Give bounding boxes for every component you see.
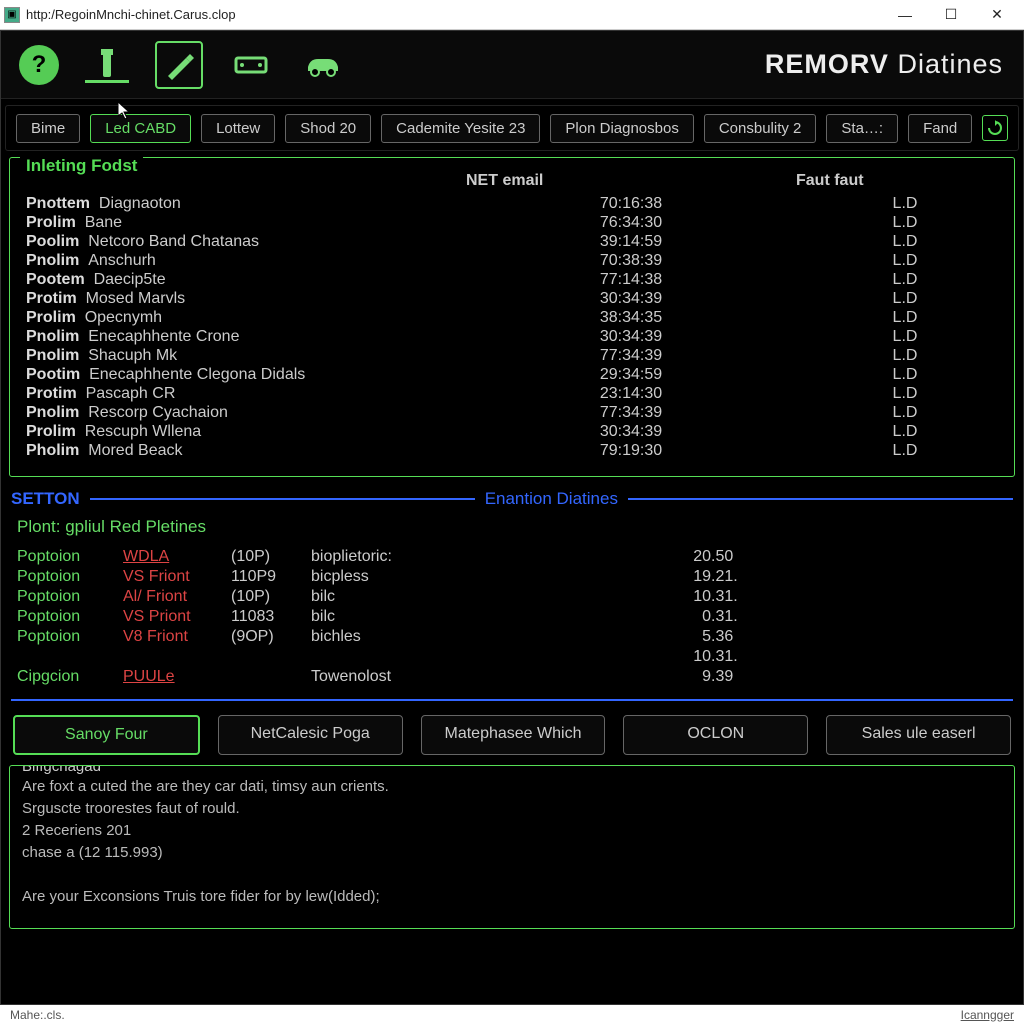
list-item[interactable]: Pnottem Diagnaoton70:16:38L.D bbox=[26, 194, 1014, 213]
detail-row: CipgcionPUULeTowenolost9.39 bbox=[17, 667, 1007, 687]
window-titlebar: ▣ http:/RegoinMnchi-chinet.Carus.clop — … bbox=[0, 0, 1024, 30]
list-item[interactable]: Pnolim Anschurh70:38:39L.D bbox=[26, 251, 1014, 270]
status-left: Mahe:.cls. bbox=[10, 1008, 65, 1022]
action-button-1[interactable]: NetCalesic Poga bbox=[218, 715, 403, 755]
list-item[interactable]: Pootem Daecip5te77:14:38L.D bbox=[26, 270, 1014, 289]
pen-icon bbox=[164, 50, 194, 80]
pen-tool-button[interactable] bbox=[155, 41, 203, 89]
spray-icon bbox=[93, 49, 121, 81]
list-item[interactable]: Prolim Rescuph Wllena30:34:39L.D bbox=[26, 422, 1014, 441]
detail-row: PoptoionWDLA(10P)bioplietoric:20.50 bbox=[17, 547, 1007, 567]
fault-list[interactable]: Pnottem Diagnaoton70:16:38L.DProlim Bane… bbox=[10, 194, 1014, 462]
detail-row: PoptoionV8 Friont(9OP)bichles5.36 bbox=[17, 627, 1007, 647]
detail-row: PoptoionVS Priont11083bilc0.31. bbox=[17, 607, 1007, 627]
main-toolbar: ? REMORV Diatines bbox=[1, 31, 1023, 99]
log-line bbox=[22, 864, 1002, 886]
detail-row: PoptoionAl/ Friont(10P)bilc10.31. bbox=[17, 587, 1007, 607]
log-title: Biffgchagad bbox=[18, 765, 105, 778]
list-item[interactable]: Protim Pascaph CR23:14:30L.D bbox=[26, 384, 1014, 403]
list-item[interactable]: Pootim Enecaphhente Clegona Didals29:34:… bbox=[26, 365, 1014, 384]
tab-7[interactable]: Sta…: bbox=[826, 114, 898, 143]
divider-line bbox=[11, 699, 1013, 701]
action-button-4[interactable]: Sales ule easerl bbox=[826, 715, 1011, 755]
detail-row: PoptoionVS Friont110P9bicpless19.21. bbox=[17, 567, 1007, 587]
log-line: Are your Exconsions Truis tore fider for… bbox=[22, 886, 1002, 908]
list-item[interactable]: Pnolim Enecaphhente Crone30:34:39L.D bbox=[26, 327, 1014, 346]
list-item[interactable]: Protim Mosed Marvls30:34:39L.D bbox=[26, 289, 1014, 308]
device-tool-button[interactable] bbox=[227, 41, 275, 89]
status-right: Icanngger bbox=[961, 1008, 1014, 1022]
help-button[interactable]: ? bbox=[19, 45, 59, 85]
maximize-button[interactable]: ☐ bbox=[928, 0, 974, 30]
tab-5[interactable]: Plon Diagnosbos bbox=[550, 114, 693, 143]
car-icon bbox=[304, 53, 342, 77]
action-button-2[interactable]: Matephasee Which bbox=[421, 715, 606, 755]
details-section: Plont: gpliul Red Pletines PoptoionWDLA(… bbox=[1, 513, 1023, 691]
fault-list-panel: Inleting Fodst NET email Faut faut Pnott… bbox=[9, 157, 1015, 477]
reload-button[interactable] bbox=[982, 115, 1008, 141]
section-divider: SETTON Enantion Diatines bbox=[11, 485, 1013, 513]
spray-tool-button[interactable] bbox=[83, 41, 131, 89]
list-item[interactable]: Pnolim Shacuph Mk77:34:39L.D bbox=[26, 346, 1014, 365]
close-button[interactable]: ✕ bbox=[974, 0, 1020, 30]
log-line: Are foxt a cuted the are they car dati, … bbox=[22, 776, 1002, 798]
tab-6[interactable]: Consbulity 2 bbox=[704, 114, 817, 143]
address-url: http:/RegoinMnchi-chinet.Carus.clop bbox=[26, 7, 882, 22]
list-item[interactable]: Prolim Opecnymh38:34:35L.D bbox=[26, 308, 1014, 327]
status-bar: Mahe:.cls. Icanngger bbox=[0, 1005, 1024, 1025]
device-icon bbox=[234, 54, 268, 76]
list-item[interactable]: Pnolim Rescorp Cyachaion77:34:39L.D bbox=[26, 403, 1014, 422]
log-panel[interactable]: Biffgchagad Are foxt a cuted the are the… bbox=[9, 765, 1015, 929]
tab-bar: Bime Led CABD Lottew Shod 20 Cademite Yesite… bbox=[5, 105, 1019, 151]
list-item[interactable]: Prolim Bane76:34:30L.D bbox=[26, 213, 1014, 232]
list-item[interactable]: Poolim Netcoro Band Chatanas39:14:59L.D bbox=[26, 232, 1014, 251]
tab-1[interactable]: Led CABD bbox=[90, 114, 191, 143]
section-title: Plont: gpliul Red Pletines bbox=[17, 517, 1007, 537]
tab-0[interactable]: Bime bbox=[16, 114, 80, 143]
tab-2[interactable]: Lottew bbox=[201, 114, 275, 143]
action-button-3[interactable]: OCLON bbox=[623, 715, 808, 755]
reload-icon bbox=[987, 120, 1003, 136]
tab-4[interactable]: Cademite Yesite 23 bbox=[381, 114, 540, 143]
log-line: 2 Receriens 201 bbox=[22, 820, 1002, 842]
detail-row: 10.31. bbox=[17, 647, 1007, 667]
action-bar: Sanoy Four NetCalesic Poga Matephasee Whic… bbox=[1, 709, 1023, 761]
tab-3[interactable]: Shod 20 bbox=[285, 114, 371, 143]
tab-8[interactable]: Fand bbox=[908, 114, 972, 143]
minimize-button[interactable]: — bbox=[882, 0, 928, 30]
log-line: Srguscte troorestes faut of rould. bbox=[22, 798, 1002, 820]
list-item[interactable]: Pholim Mored Beack79:19:30L.D bbox=[26, 441, 1014, 460]
app-frame: ? REMORV Diatines Bime Led CABD Lottew Shod… bbox=[0, 30, 1024, 1005]
favicon-icon: ▣ bbox=[4, 7, 20, 23]
list-header: NET email Faut faut bbox=[10, 164, 1014, 194]
car-tool-button[interactable] bbox=[299, 41, 347, 89]
brand-label: REMORV Diatines bbox=[765, 49, 1003, 80]
log-line: chase a (12 115.993) bbox=[22, 842, 1002, 864]
panel-title: Inleting Fodst bbox=[20, 156, 143, 176]
action-button-0[interactable]: Sanoy Four bbox=[13, 715, 200, 755]
